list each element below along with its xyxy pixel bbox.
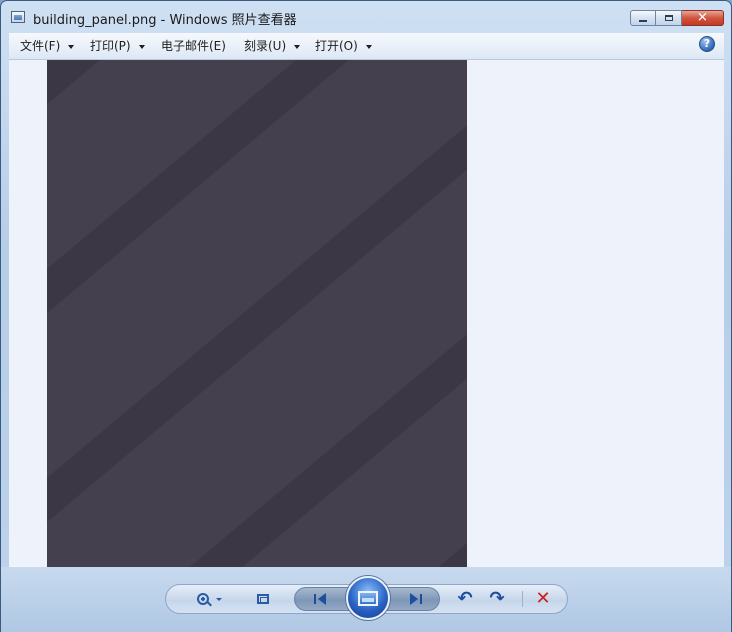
menu-burn[interactable]: 刻录(U)	[244, 33, 301, 59]
previous-arrow	[318, 593, 326, 605]
close-icon: ✕	[697, 10, 708, 26]
control-bar: ↶ ↷ ✕	[165, 576, 568, 620]
rotate-clockwise-button[interactable]: ↷	[486, 585, 508, 613]
slideshow-icon	[358, 590, 378, 606]
menu-burn-label: 刻录(U)	[244, 39, 287, 53]
zoom-handle	[206, 601, 212, 607]
menu-file-label: 文件(F)	[20, 39, 61, 53]
delete-button[interactable]: ✕	[532, 585, 554, 613]
rotate-clockwise-icon: ↷	[489, 588, 505, 609]
title-bar[interactable]: building_panel.png - Windows 照片查看器 ✕	[1, 1, 731, 33]
chevron-down-icon	[215, 597, 222, 601]
toolbar-separator	[522, 591, 523, 607]
displayed-photo	[47, 60, 467, 567]
fit-to-window-button[interactable]	[252, 585, 274, 613]
minimize-button[interactable]	[630, 10, 656, 26]
zoom-button[interactable]	[192, 585, 226, 613]
chevron-down-icon	[294, 44, 301, 49]
chevron-down-icon	[138, 44, 145, 49]
image-view-area[interactable]	[9, 60, 724, 567]
slideshow-button[interactable]	[346, 576, 390, 620]
menu-email-label: 电子邮件(E)	[161, 39, 226, 53]
rotate-counterclockwise-icon: ↶	[457, 588, 473, 609]
fit-to-window-icon	[257, 594, 269, 604]
previous-button[interactable]	[306, 585, 334, 613]
minimize-icon	[639, 20, 647, 22]
menu-open-label: 打开(O)	[315, 39, 358, 53]
menu-file[interactable]: 文件(F)	[20, 33, 75, 59]
chevron-down-icon	[68, 44, 75, 49]
next-icon	[410, 593, 418, 605]
photo-viewer-window: building_panel.png - Windows 照片查看器 ✕ 文件(…	[0, 0, 732, 632]
caption-buttons: ✕	[630, 10, 724, 26]
menu-print-label: 打印(P)	[90, 39, 131, 53]
maximize-icon	[664, 15, 673, 21]
next-bar	[420, 594, 422, 604]
help-icon[interactable]: ?	[699, 36, 715, 52]
delete-icon: ✕	[535, 588, 551, 609]
next-button[interactable]	[402, 585, 430, 613]
menu-open[interactable]: 打开(O)	[315, 33, 372, 59]
window-title: building_panel.png - Windows 照片查看器	[33, 13, 297, 28]
photo-content	[47, 60, 467, 567]
menu-bar: 文件(F) 打印(P) 电子邮件(E) 刻录(U) 打开(O) ?	[9, 33, 724, 60]
menu-print[interactable]: 打印(P)	[90, 33, 145, 59]
previous-icon	[314, 594, 316, 604]
menu-email[interactable]: 电子邮件(E)	[161, 33, 226, 59]
rotate-counterclockwise-button[interactable]: ↶	[454, 585, 476, 613]
maximize-button[interactable]	[656, 10, 682, 26]
chevron-down-icon	[365, 44, 372, 49]
close-button[interactable]: ✕	[682, 10, 724, 26]
photo-viewer-app-icon[interactable]	[11, 11, 25, 23]
